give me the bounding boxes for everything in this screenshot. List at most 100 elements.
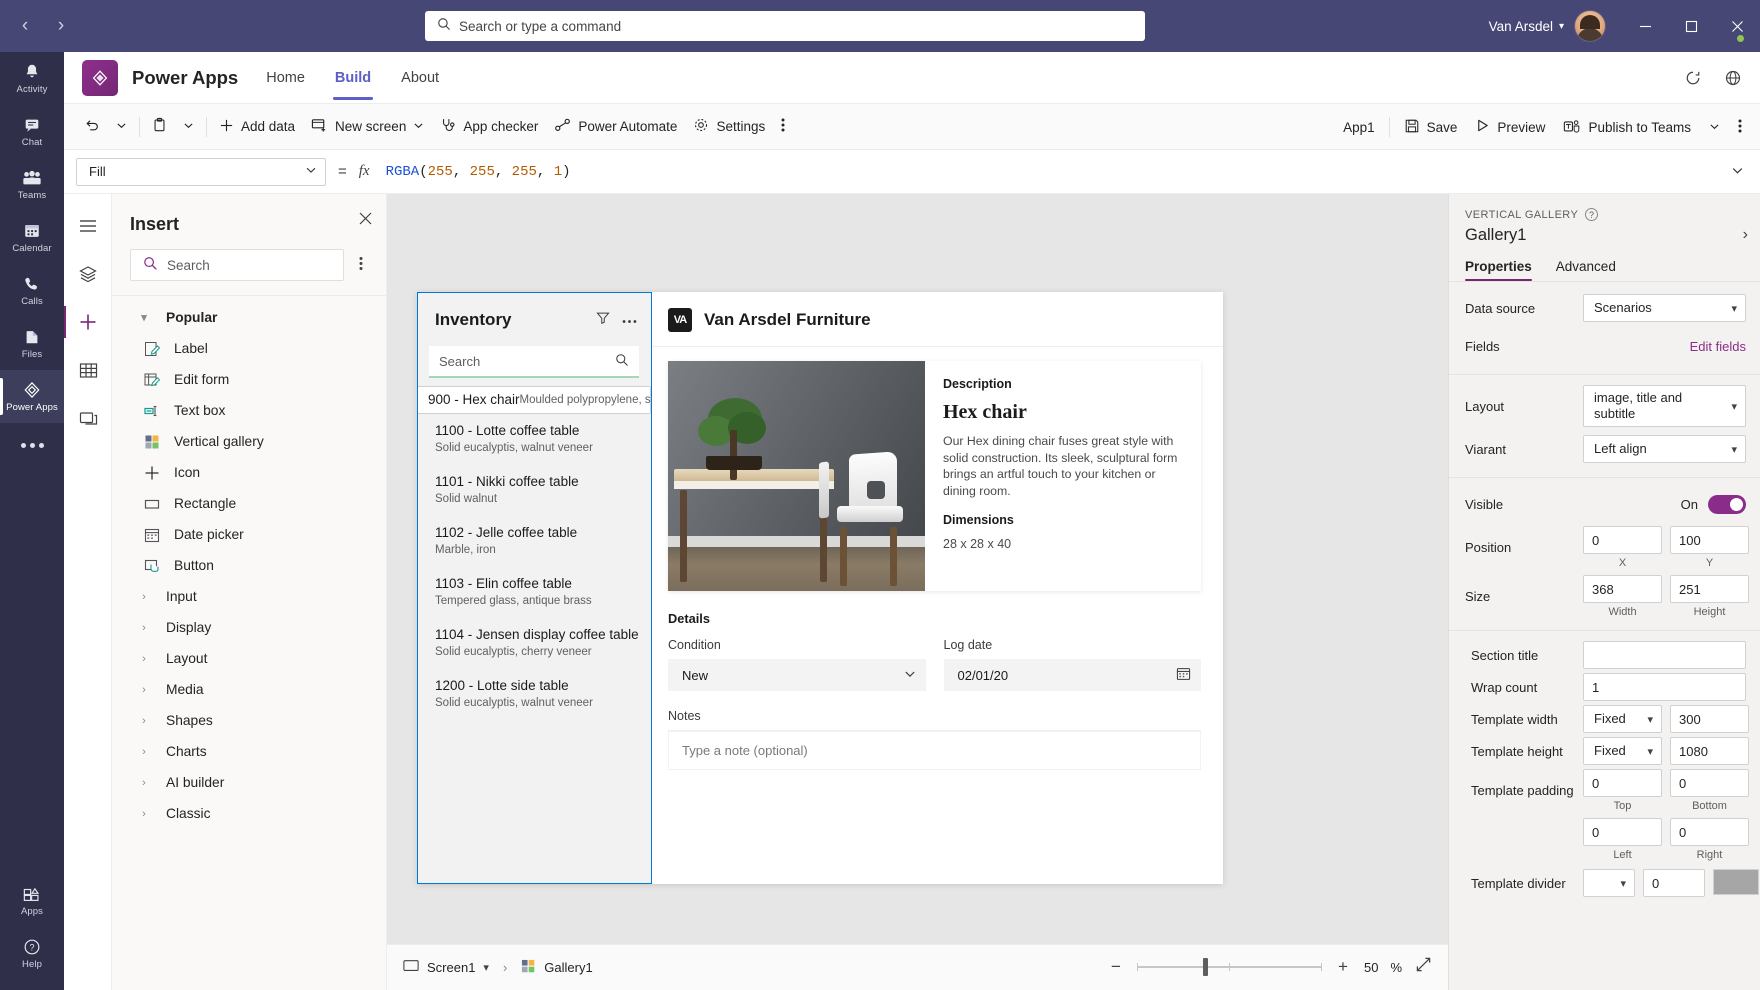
save-button[interactable]: Save [1396,111,1466,143]
undo-chevron-button[interactable] [108,111,135,143]
divider-thickness-input[interactable]: 0 [1643,869,1705,897]
data-source-dropdown[interactable]: Scenarios ▾ [1583,294,1746,322]
position-y-input[interactable]: 100 [1670,526,1749,554]
more-commands-button[interactable] [1730,111,1750,143]
preview-button[interactable]: Preview [1467,111,1553,143]
insert-group-layout[interactable]: › Layout [112,643,386,674]
tab-build[interactable]: Build [333,56,373,99]
insert-item-rectangle[interactable]: Rectangle [112,488,386,519]
gallery-item[interactable]: 1103 - Elin coffee table Tempered glass,… [417,567,651,618]
minimize-button[interactable] [1622,0,1668,52]
visible-toggle[interactable] [1708,495,1746,514]
insert-group-popular[interactable]: ▾ Popular [112,302,386,333]
sidebar-item-chat[interactable]: Chat [0,105,64,158]
sidebar-item-teams[interactable]: Teams [0,158,64,211]
add-data-button[interactable]: Add data [211,111,303,143]
padding-left-input[interactable]: 0 [1583,818,1662,846]
property-selector[interactable]: Fill [76,158,326,186]
insert-group-charts[interactable]: › Charts [112,736,386,767]
undo-button[interactable] [76,111,108,143]
history-icon[interactable] [1684,69,1702,87]
media-icon[interactable] [64,394,112,442]
globe-icon[interactable] [1724,69,1742,87]
clipboard-button[interactable] [144,111,175,143]
size-width-input[interactable]: 368 [1583,575,1662,603]
sidebar-item-apps[interactable]: Apps [0,874,64,927]
gallery-item[interactable]: 1104 - Jensen display coffee table Solid… [417,618,651,669]
more-vertical-icon[interactable] [350,256,372,275]
padding-top-input[interactable]: 0 [1583,769,1662,797]
size-height-input[interactable]: 251 [1670,575,1749,603]
chevron-down-icon[interactable]: ▾ [1559,21,1564,32]
zoom-slider-handle[interactable] [1203,958,1208,976]
layout-dropdown[interactable]: image, title and subtitle ▾ [1583,385,1746,427]
insert-item-date-picker[interactable]: Date picker [112,519,386,550]
section-title-input[interactable] [1583,641,1746,669]
zoom-in-button[interactable]: + [1334,957,1352,977]
more-horizontal-icon[interactable] [622,311,637,329]
layers-icon[interactable] [64,250,112,298]
tab-advanced[interactable]: Advanced [1556,259,1616,281]
close-icon[interactable] [359,212,372,229]
insert-group-shapes[interactable]: › Shapes [112,705,386,736]
template-height-input[interactable]: 1080 [1670,737,1749,765]
log-date-input[interactable]: 02/01/20 [944,659,1202,691]
clipboard-chevron-button[interactable] [175,111,202,143]
settings-button[interactable]: Settings [685,111,773,143]
formula-expand-icon[interactable] [1731,164,1748,180]
zoom-slider[interactable] [1137,966,1322,968]
power-automate-button[interactable]: Power Automate [546,111,685,143]
control-selector[interactable]: Gallery1 [521,959,592,977]
padding-bottom-input[interactable]: 0 [1670,769,1749,797]
gallery-item[interactable]: 1102 - Jelle coffee table Marble, iron [417,516,651,567]
insert-group-media[interactable]: › Media [112,674,386,705]
condition-dropdown[interactable]: New [668,659,926,691]
gallery-search-input[interactable]: Search [429,346,639,378]
sidebar-item-activity[interactable]: Activity [0,52,64,105]
template-width-input[interactable]: 300 [1670,705,1749,733]
gallery-item[interactable]: 900 - Hex chair Moulded polypropylene, s… [417,386,651,414]
publish-chevron-button[interactable] [1701,111,1728,143]
sidebar-item-calendar[interactable]: Calendar [0,211,64,264]
zoom-out-button[interactable]: − [1107,957,1125,977]
tab-about[interactable]: About [399,56,441,99]
insert-item-vertical-gallery[interactable]: Vertical gallery [112,426,386,457]
fit-screen-icon[interactable] [1414,956,1432,978]
search-input[interactable]: Search or type a command [425,11,1145,41]
command-overflow-button[interactable] [773,111,793,143]
variant-dropdown[interactable]: Left align ▾ [1583,435,1746,463]
publish-to-teams-button[interactable]: Publish to Teams [1555,111,1699,143]
app-checker-button[interactable]: App checker [432,111,546,143]
back-icon[interactable]: ‹ [10,11,40,41]
sidebar-item-files[interactable]: Files [0,317,64,370]
position-x-input[interactable]: 0 [1583,526,1662,554]
insert-item-label-control[interactable]: Label [112,333,386,364]
gallery-item[interactable]: 1200 - Lotte side table Solid eucalyptis… [417,669,651,720]
sidebar-item-help[interactable]: ? Help [0,927,64,980]
insert-icon[interactable] [64,298,112,346]
tab-properties[interactable]: Properties [1465,259,1532,281]
sidebar-item-calls[interactable]: Calls [0,264,64,317]
new-screen-button[interactable]: New screen [303,111,432,143]
edit-fields-link[interactable]: Edit fields [1690,339,1746,354]
close-button[interactable] [1714,0,1760,52]
notes-input[interactable]: Type a note (optional) [668,730,1201,770]
insert-group-ai-builder[interactable]: › AI builder [112,767,386,798]
insert-group-classic[interactable]: › Classic [112,798,386,829]
avatar[interactable] [1574,10,1606,42]
gallery-item[interactable]: 1100 - Lotte coffee table Solid eucalypt… [417,414,651,465]
insert-group-display[interactable]: › Display [112,612,386,643]
sidebar-item-power-apps[interactable]: Power Apps [0,370,64,423]
table-icon[interactable] [64,346,112,394]
tree-view-icon[interactable] [64,202,112,250]
formula-input[interactable]: RGBA(255, 255, 255, 1) [384,158,1721,186]
wrap-count-input[interactable]: 1 [1583,673,1746,701]
chevron-right-icon[interactable]: › [1743,226,1748,244]
insert-item-button[interactable]: Button [112,550,386,581]
more-horizontal-icon[interactable] [0,423,64,467]
template-height-mode-dropdown[interactable]: Fixed ▾ [1583,737,1662,765]
insert-item-edit-form[interactable]: Edit form [112,364,386,395]
forward-icon[interactable]: › [46,11,76,41]
insert-group-input[interactable]: › Input [112,581,386,612]
tab-home[interactable]: Home [264,56,307,99]
